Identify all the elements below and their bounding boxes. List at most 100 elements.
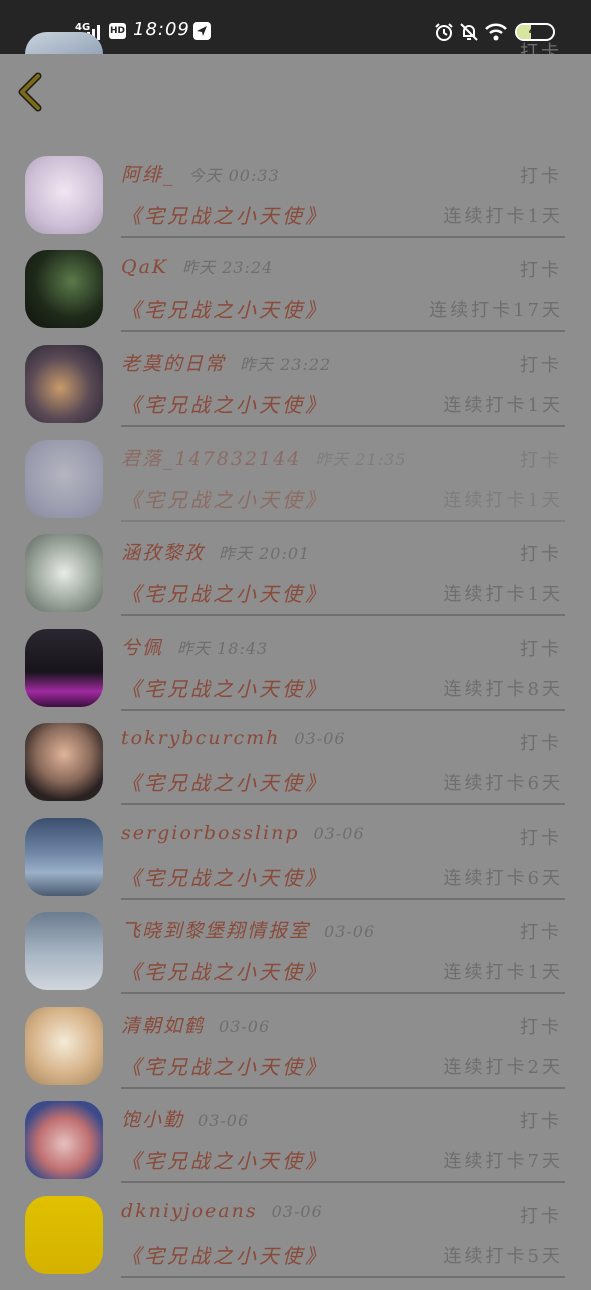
user-line: 飞晓到黎堡翔情报室 03-06 [121, 916, 375, 944]
row-divider [121, 709, 565, 711]
avatar[interactable] [25, 1196, 103, 1274]
book-title[interactable]: 《宅兄战之小天使》 [121, 862, 328, 891]
checkin-time: 03-06 [198, 1111, 250, 1130]
back-arrow-icon[interactable] [14, 70, 48, 114]
checkin-label: 打卡 [520, 260, 562, 281]
streak-text: 连续打卡1天 [443, 962, 563, 983]
checkin-label: 打卡 [520, 922, 562, 943]
checkin-row[interactable]: 饱小勤 03-06 打卡《宅兄战之小天使》 连续打卡7天 [0, 1101, 591, 1195]
row-divider [121, 425, 565, 427]
streak-text: 连续打卡1天 [443, 490, 563, 511]
user-line: 君落_147832144 昨天 21:35 [121, 444, 407, 472]
top-bar [0, 54, 591, 124]
book-title[interactable]: 《宅兄战之小天使》 [121, 956, 328, 985]
book-title[interactable]: 《宅兄战之小天使》 [121, 673, 328, 702]
streak-text: 连续打卡1天 [443, 395, 563, 416]
checkin-time: 昨天 20:01 [219, 544, 311, 563]
avatar[interactable] [25, 912, 103, 990]
checkin-time: 昨天 18:43 [177, 639, 269, 658]
avatar[interactable] [25, 1007, 103, 1085]
avatar[interactable] [25, 723, 103, 801]
user-name[interactable]: 涵孜黎孜 [121, 542, 205, 564]
checkin-time: 03-06 [294, 729, 346, 748]
row-divider [121, 236, 565, 238]
checkin-label: 打卡 [520, 166, 562, 187]
user-line: 阿绯_ 今天 00:33 [121, 160, 280, 188]
book-title[interactable]: 《宅兄战之小天使》 [121, 1051, 328, 1080]
row-divider [121, 1181, 565, 1183]
checkin-row[interactable]: dkniyjoeans 03-06 打卡 《宅兄战之小天使》 连续打卡5天 [0, 1196, 591, 1290]
book-title[interactable]: 《宅兄战之小天使》 [121, 767, 328, 796]
row-divider [121, 1087, 565, 1089]
avatar[interactable] [25, 818, 103, 896]
user-name[interactable]: 兮佩 [121, 637, 163, 659]
checkin-label: 打卡 [520, 355, 562, 376]
book-title[interactable]: 《宅兄战之小天使》 [121, 578, 328, 607]
checkin-row[interactable]: 阿绯_ 今天 00:33 打卡《宅兄战之小天使》 连续打卡1天 [0, 156, 591, 250]
checkin-row[interactable]: QaK 昨天 23:24 打卡《宅兄战之小天使》 连续打卡17天 [0, 250, 591, 344]
streak-text: 连续打卡2天 [443, 1057, 563, 1078]
user-name[interactable]: 飞晓到黎堡翔情报室 [121, 920, 310, 942]
avatar[interactable] [25, 629, 103, 707]
user-name[interactable]: dkniyjoeans [121, 1200, 258, 1222]
checkin-row[interactable]: tokrybcurcmh 03-06 打卡《宅兄战之小天使》 连续打卡6天 [0, 723, 591, 817]
user-name[interactable]: 阿绯_ [121, 164, 175, 186]
book-title[interactable]: 《宅兄战之小天使》 [121, 484, 328, 513]
row-divider [121, 992, 565, 994]
streak-text: 连续打卡6天 [443, 868, 563, 889]
user-name[interactable]: 饱小勤 [121, 1109, 184, 1131]
checkin-row[interactable]: 飞晓到黎堡翔情报室 03-06 打卡《宅兄战之小天使》 连续打卡1天 [0, 912, 591, 1006]
checkin-row[interactable]: 老莫的日常 昨天 23:22 打卡《宅兄战之小天使》 连续打卡1天 [0, 345, 591, 439]
streak-text: 连续打卡6天 [443, 773, 563, 794]
user-line: tokrybcurcmh 03-06 [121, 727, 346, 755]
avatar[interactable] [25, 534, 103, 612]
book-title[interactable]: 《宅兄战之小天使》 [121, 200, 328, 229]
streak-text: 连续打卡17天 [429, 300, 563, 321]
user-line: sergiorbosslinp 03-06 [121, 822, 365, 850]
checkin-row[interactable]: 涵孜黎孜 昨天 20:01 打卡 《宅兄战之小天使》 连续打卡1天 [0, 534, 591, 628]
checkin-label: 打卡 [520, 1017, 562, 1038]
checkin-row[interactable]: 兮佩 昨天 18:43 打卡 《宅兄战之小天使》 连续打卡8天 [0, 629, 591, 723]
row-divider [121, 803, 565, 805]
checkin-label: 打卡 [520, 828, 562, 849]
user-name[interactable]: 老莫的日常 [121, 353, 226, 375]
user-line: 涵孜黎孜 昨天 20:01 [121, 538, 310, 566]
checkin-label: 打卡 [520, 1206, 562, 1227]
streak-text: 连续打卡7天 [443, 1151, 563, 1172]
avatar[interactable] [25, 440, 103, 518]
streak-text: 连续打卡1天 [443, 206, 563, 227]
book-title[interactable]: 《宅兄战之小天使》 [121, 389, 328, 418]
checkin-row[interactable]: 清朝如鹤 03-06 打卡《宅兄战之小天使》 连续打卡2天 [0, 1007, 591, 1101]
avatar[interactable] [25, 345, 103, 423]
user-line: QaK 昨天 23:24 [121, 254, 273, 282]
avatar[interactable] [25, 156, 103, 234]
user-line: 清朝如鹤 03-06 [121, 1011, 270, 1039]
checkin-row[interactable]: 君落_147832144 昨天 21:35 打卡 《宅兄战之小天使》 连续打卡1天 [0, 440, 591, 534]
checkin-time: 昨天 23:24 [182, 258, 274, 277]
streak-text: 连续打卡8天 [443, 679, 563, 700]
streak-text: 连续打卡1天 [443, 584, 563, 605]
checkin-label: 打卡 [520, 1111, 562, 1132]
book-title[interactable]: 《宅兄战之小天使》 [121, 1240, 328, 1269]
user-name[interactable]: sergiorbosslinp [121, 822, 300, 844]
user-name[interactable]: QaK [121, 256, 168, 278]
checkin-time: 03-06 [313, 824, 365, 843]
book-title[interactable]: 《宅兄战之小天使》 [121, 294, 328, 323]
row-divider [121, 330, 565, 332]
checkin-label: 打卡 [520, 733, 562, 754]
book-title[interactable]: 《宅兄战之小天使》 [121, 1145, 328, 1174]
checkin-row[interactable]: sergiorbosslinp 03-06 打卡《宅兄战之小天使》 连续打卡6天 [0, 818, 591, 912]
user-name[interactable]: 清朝如鹤 [121, 1015, 205, 1037]
row-divider [121, 898, 565, 900]
avatar[interactable] [25, 1101, 103, 1179]
checkin-time: 03-06 [324, 922, 376, 941]
user-line: 老莫的日常 昨天 23:22 [121, 349, 331, 377]
avatar[interactable] [25, 250, 103, 328]
checkin-time: 今天 00:33 [188, 166, 280, 185]
checkin-time: 昨天 21:35 [315, 450, 407, 469]
streak-text: 连续打卡5天 [443, 1246, 563, 1267]
user-line: 兮佩 昨天 18:43 [121, 633, 268, 661]
row-divider [121, 614, 565, 616]
user-name[interactable]: tokrybcurcmh [121, 727, 280, 749]
user-name[interactable]: 君落_147832144 [121, 448, 301, 470]
